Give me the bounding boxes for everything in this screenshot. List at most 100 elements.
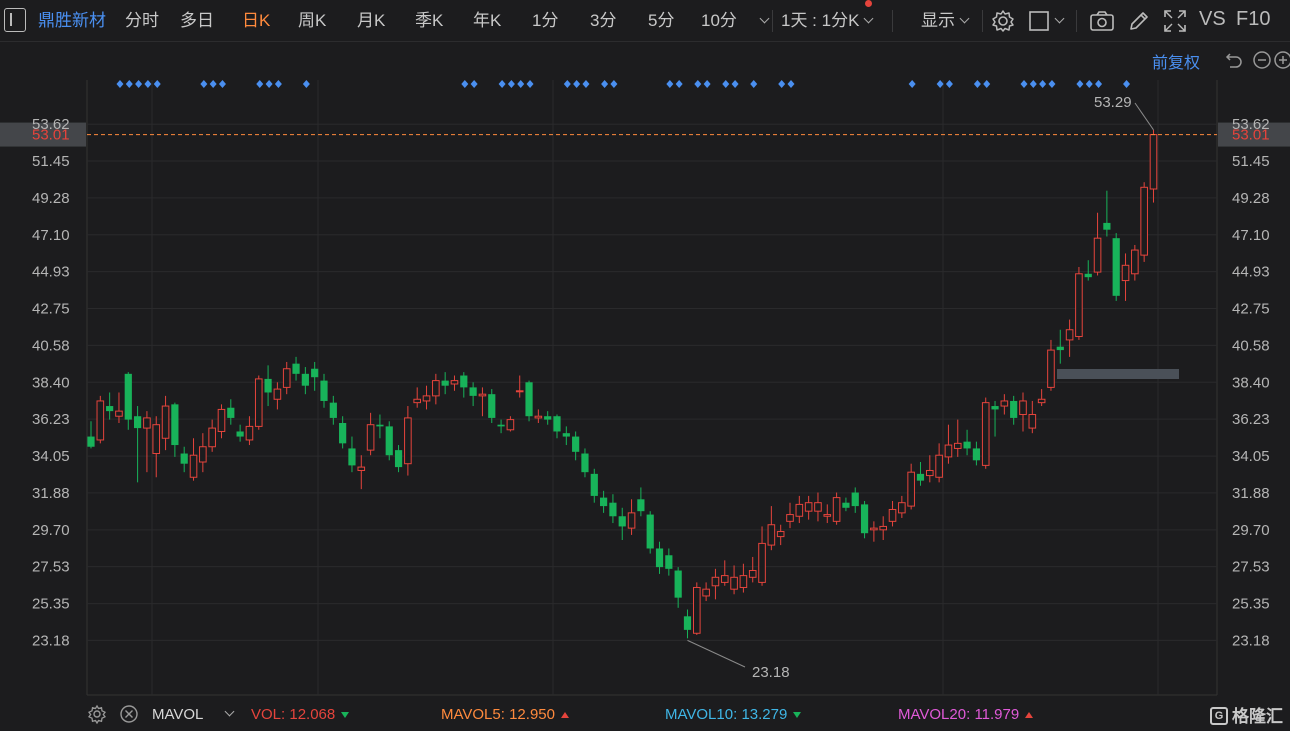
signal-diamond-icon (1020, 80, 1028, 88)
candle-body (907, 471, 915, 507)
candle-up (711, 568, 720, 600)
tab-daily-k[interactable]: 日K (242, 10, 270, 32)
candle-body (832, 497, 841, 522)
tab-10min[interactable]: 10分 (701, 10, 737, 32)
candle-up (1140, 182, 1148, 262)
signal-diamond-icon (1076, 80, 1084, 88)
tab-yearly-k[interactable]: 年K (473, 10, 501, 32)
indicator-dropdown[interactable] (220, 706, 235, 723)
candle-up (217, 404, 226, 439)
y-tick-label-left: 38.40 (32, 374, 70, 391)
pencil-icon[interactable] (1126, 8, 1152, 34)
candle-up (795, 495, 804, 524)
tab-multi-day[interactable]: 多日 (180, 10, 214, 32)
candle-body (292, 363, 300, 374)
candle-down (292, 356, 300, 381)
candle-body (786, 514, 794, 522)
candle-down (311, 361, 319, 391)
indicator-select[interactable]: MAVOL (152, 706, 203, 723)
multi-period-select[interactable]: 1天 : 1分K (781, 10, 874, 32)
signal-diamond-icon (973, 80, 981, 88)
signal-diamond-icon (908, 80, 916, 88)
candle-body (637, 499, 645, 512)
signal-diamond-icon (722, 80, 730, 88)
tab-intraday[interactable]: 分时 (125, 10, 159, 32)
tab-monthly-k[interactable]: 月K (357, 10, 385, 32)
signal-diamond-icon (265, 80, 273, 88)
vs-button[interactable]: VS (1199, 8, 1226, 30)
gear-icon[interactable] (990, 8, 1016, 34)
candle-body (683, 616, 692, 630)
candle-body (515, 390, 524, 393)
candle-up (1131, 244, 1139, 281)
candle-down (553, 414, 561, 439)
tab-5min[interactable]: 5分 (648, 10, 674, 32)
candle-up (534, 409, 543, 423)
candle-up (786, 502, 794, 529)
f10-button[interactable]: F10 (1236, 8, 1270, 30)
candle-down (544, 411, 552, 425)
signal-diamond-icon (1029, 80, 1037, 88)
candle-body (534, 415, 543, 419)
candle-up (804, 495, 813, 520)
y-tick-label-right: 31.88 (1232, 485, 1270, 502)
candle-up (1065, 319, 1074, 357)
layout-dropdown[interactable] (1050, 10, 1065, 32)
candle-up (739, 563, 748, 593)
period-dropdown[interactable] (755, 10, 770, 32)
candle-body (1149, 134, 1158, 190)
signal-diamond-icon (209, 80, 217, 88)
tab-weekly-k[interactable]: 周K (298, 10, 326, 32)
candle-up (506, 416, 515, 432)
display-menu[interactable]: 显示 (921, 10, 970, 32)
candle-up (478, 387, 487, 417)
signal-diamond-icon (601, 80, 609, 88)
candle-body (106, 406, 114, 412)
candle-up (282, 361, 291, 395)
toolbar: 鼎胜新材 分时 多日 日K 周K 月K 季K 年K 1分 3分 5分 10分 1… (0, 0, 1290, 42)
candle-body (488, 394, 496, 418)
candle-body (767, 524, 776, 546)
candle-body (1131, 249, 1139, 275)
candle-down (385, 421, 393, 461)
candle-up (748, 556, 757, 583)
candle-up (245, 416, 254, 446)
candle-body (953, 442, 962, 449)
candle-body (152, 424, 161, 455)
camera-icon[interactable] (1089, 8, 1115, 34)
candle-body (674, 570, 682, 598)
candle-up (693, 582, 701, 635)
fullscreen-icon[interactable] (1162, 8, 1188, 34)
stock-name[interactable]: 鼎胜新材 (38, 10, 106, 32)
notification-dot (865, 0, 872, 7)
candle-body (404, 417, 412, 465)
candle-body (851, 492, 859, 507)
candle-down (339, 416, 347, 449)
candle-body (96, 400, 105, 441)
candle-down (171, 402, 179, 457)
candle-body (282, 368, 291, 388)
signal-diamond-icon (274, 80, 282, 88)
signal-diamond-icon (135, 80, 143, 88)
candle-body (236, 431, 244, 437)
vol-value: 12.068 (289, 706, 336, 723)
signal-diamond-icon (1123, 80, 1131, 88)
candle-up (720, 560, 729, 586)
gear-icon[interactable] (87, 704, 107, 724)
candlestick-chart[interactable]: 53.01 53.0153.2923.18 53.62 53.6251.45 51.4… (0, 42, 1290, 697)
candle-body (972, 448, 980, 461)
candle-body (432, 380, 440, 397)
tab-1min[interactable]: 1分 (532, 10, 558, 32)
mavol20-readout: MAVOL20: 11.979 (898, 706, 1034, 723)
high-pointer (1134, 102, 1154, 131)
close-icon[interactable] (119, 704, 139, 724)
sidebar-toggle-icon[interactable] (4, 8, 26, 32)
mavol20-label: MAVOL20: (898, 706, 971, 723)
y-tick-label-left: 49.28 (32, 190, 70, 207)
candle-body (776, 531, 785, 538)
tab-quarterly-k[interactable]: 季K (415, 10, 443, 32)
tab-3min[interactable]: 3分 (590, 10, 616, 32)
candle-up (1037, 389, 1046, 407)
candle-body (469, 387, 477, 396)
candle-up (413, 387, 421, 408)
